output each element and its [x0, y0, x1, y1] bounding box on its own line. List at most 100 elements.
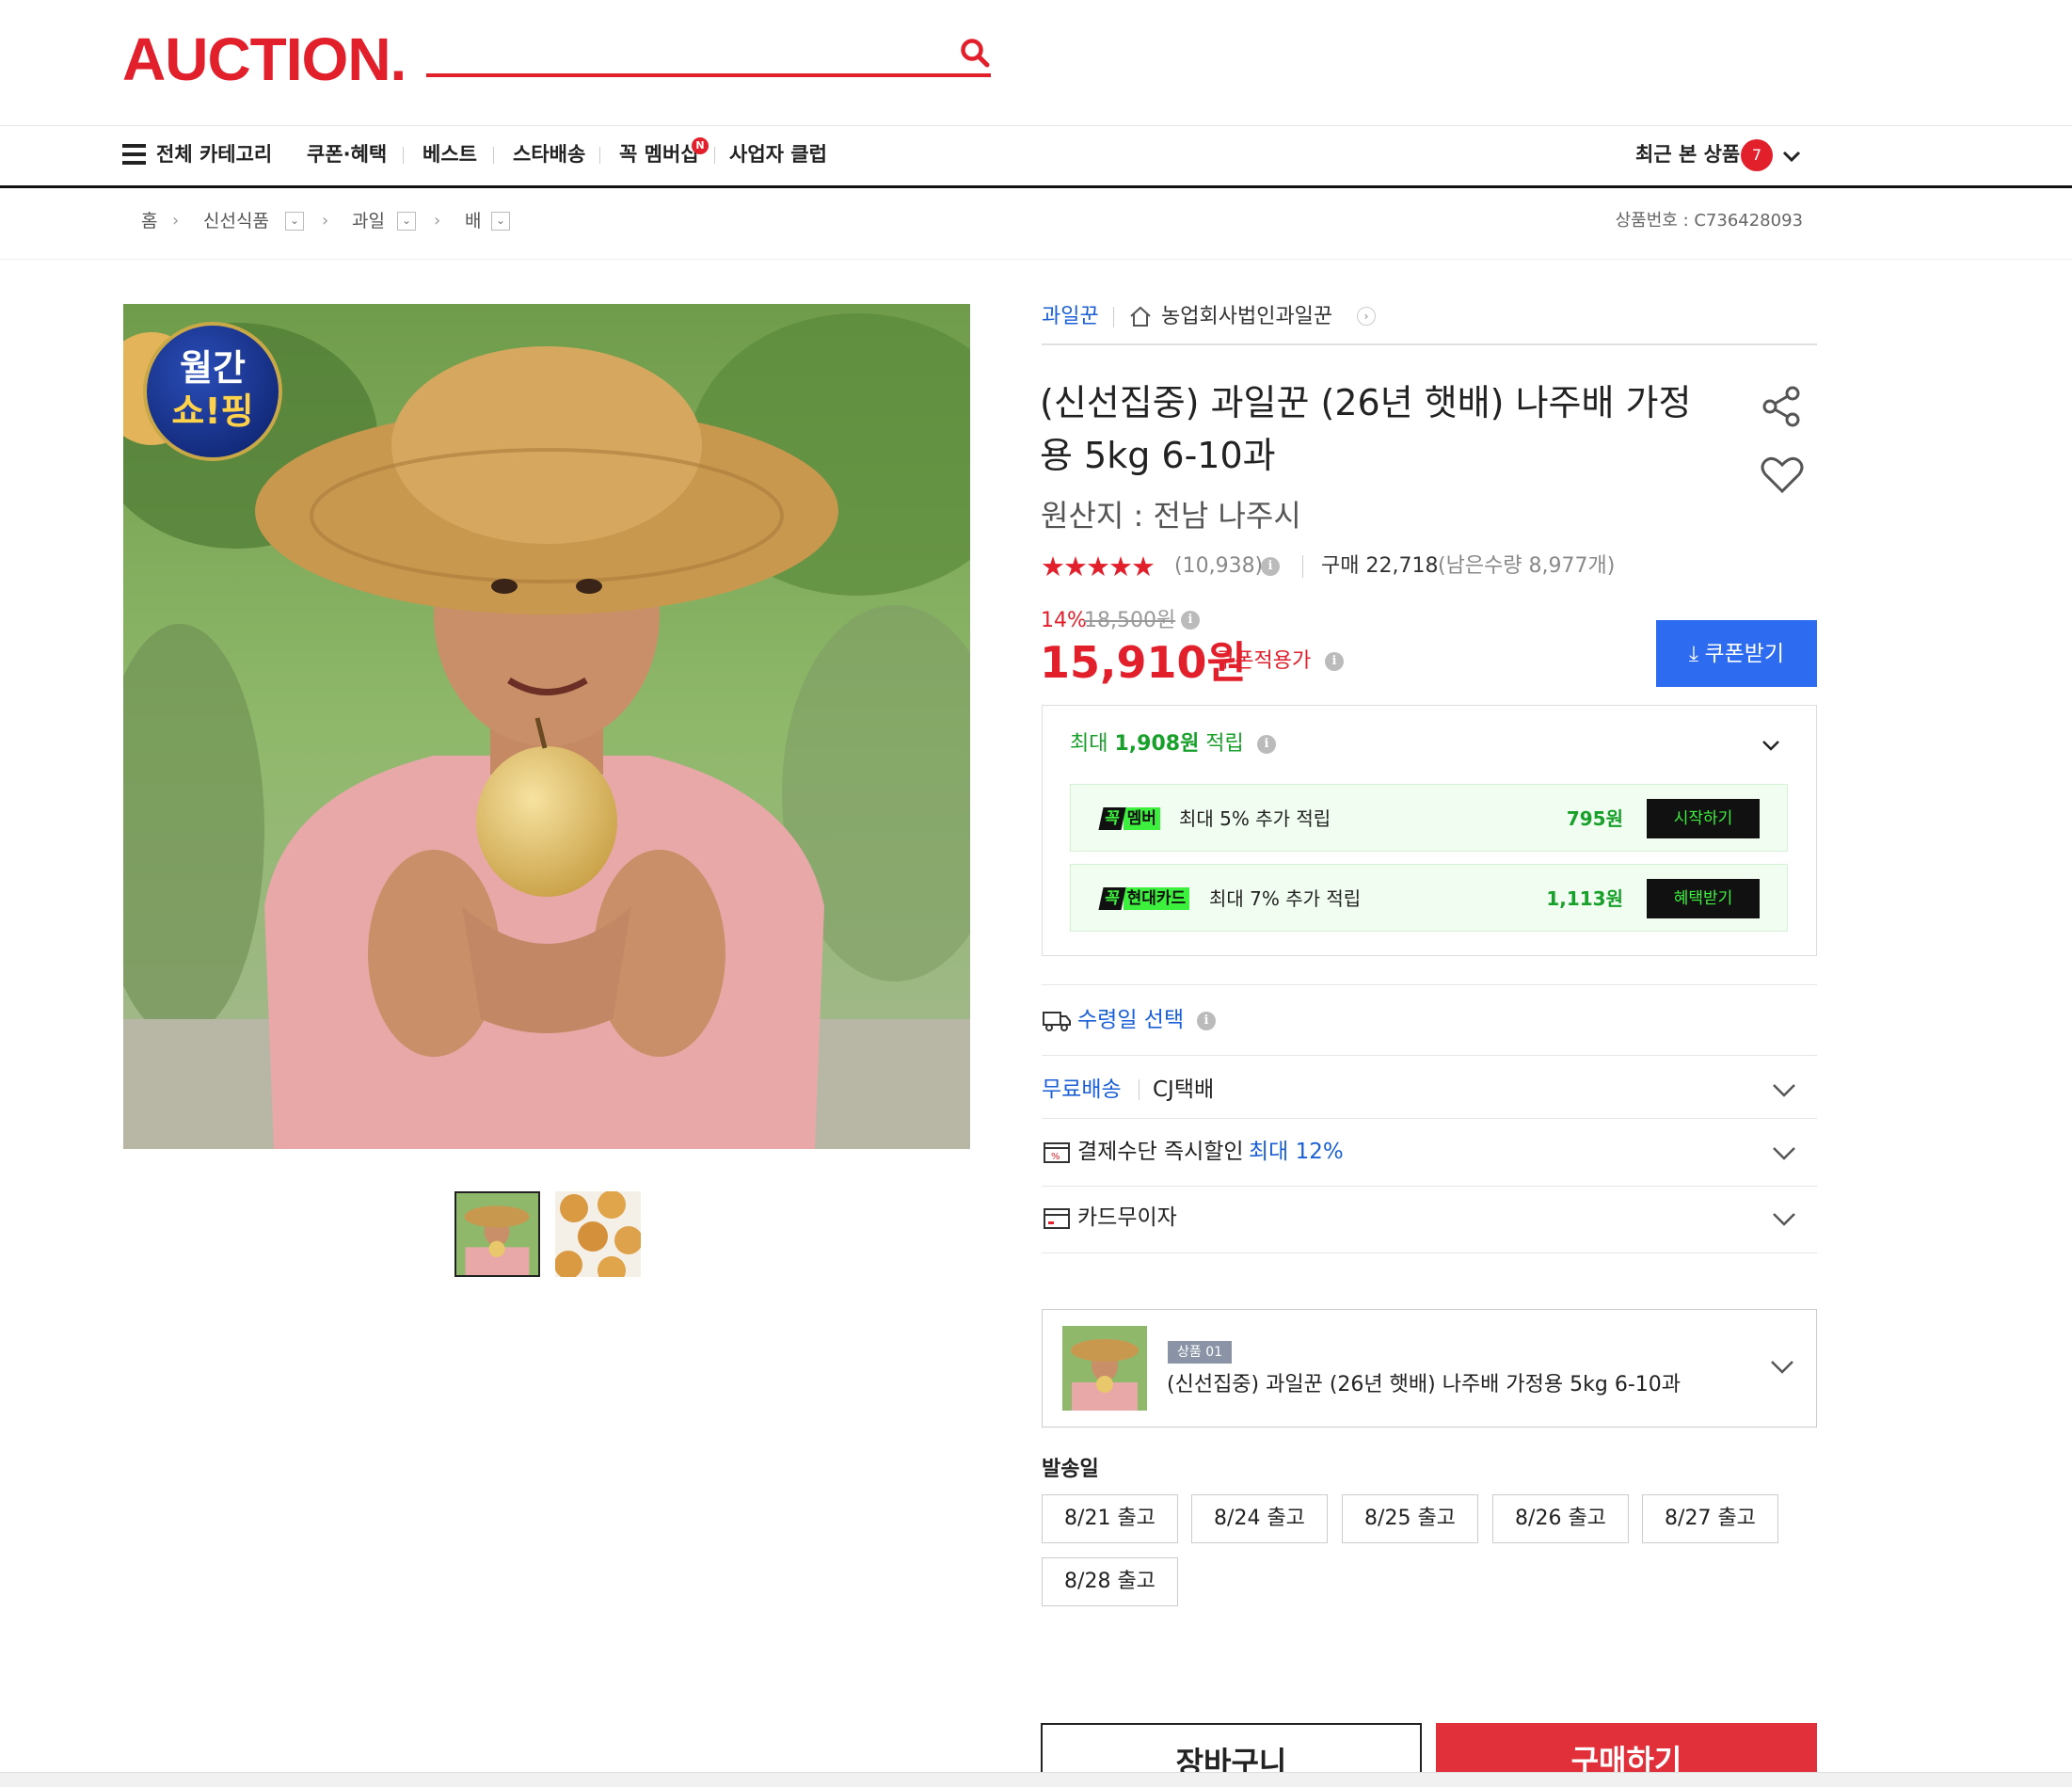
- dropdown-toggle-icon[interactable]: ⌄: [397, 212, 416, 231]
- rating-stars: ★★★★★: [1041, 550, 1156, 582]
- ship-date-option[interactable]: 8/21 출고: [1042, 1494, 1178, 1543]
- monthly-shopping-badge: 월간 쇼!핑: [143, 322, 282, 461]
- start-membership-button[interactable]: 시작하기: [1647, 799, 1760, 838]
- original-price: 18,500원: [1084, 609, 1176, 632]
- nav-all-categories[interactable]: 전체 카테고리: [156, 139, 272, 169]
- review-count[interactable]: (10,938): [1174, 550, 1263, 583]
- new-badge: N: [692, 137, 709, 154]
- nav-separator: [599, 147, 600, 164]
- chevron-down-icon[interactable]: [1771, 1140, 1797, 1166]
- coupon-price-label: 쿠폰적용가: [1216, 649, 1312, 673]
- benefit-amount: 1,113원: [1546, 887, 1623, 910]
- get-card-benefit-button[interactable]: 혜택받기: [1647, 879, 1760, 918]
- nav-star-delivery[interactable]: 스타배송: [513, 139, 585, 169]
- product-option-select[interactable]: [1042, 1309, 1817, 1428]
- thumbnail-1[interactable]: [454, 1191, 540, 1277]
- thumbnail-2[interactable]: [555, 1191, 641, 1277]
- badge-line-1: 월간: [180, 347, 246, 389]
- heart-icon[interactable]: [1760, 454, 1805, 495]
- ship-date-option[interactable]: 8/24 출고: [1191, 1494, 1328, 1543]
- header-divider: [0, 125, 2072, 126]
- breadcrumb-arrow-icon: ›: [322, 211, 329, 231]
- hyundai-card-logo: 꼭 현대카드: [1098, 887, 1190, 910]
- max-points-label[interactable]: 최대 1,908원 적립: [1070, 729, 1244, 759]
- receive-date-select[interactable]: 수령일 선택: [1077, 1004, 1184, 1036]
- nav-coupons[interactable]: 쿠폰·혜택: [307, 139, 387, 169]
- benefit-text: 최대 5% 추가 적립: [1179, 807, 1331, 830]
- svg-text:%: %: [1051, 1152, 1060, 1162]
- nav-best[interactable]: 베스트: [422, 139, 477, 169]
- benefit-text: 최대 7% 추가 적립: [1209, 887, 1362, 910]
- card-installment-label[interactable]: 카드무이자: [1077, 1202, 1177, 1234]
- ship-date-option[interactable]: 8/25 출고: [1342, 1494, 1478, 1543]
- section-divider: [1042, 984, 1817, 985]
- breadcrumb-category-3[interactable]: 배: [465, 208, 481, 234]
- breadcrumb-category-1[interactable]: 신선식품: [203, 208, 269, 234]
- section-divider: [1042, 1252, 1817, 1253]
- dropdown-toggle-icon[interactable]: ⌄: [285, 212, 304, 231]
- info-icon[interactable]: i: [1257, 735, 1276, 754]
- discount-rate: 14%: [1041, 609, 1087, 632]
- ship-date-option[interactable]: 8/28 출고: [1042, 1557, 1178, 1606]
- purchase-count: 구매 22,718: [1321, 554, 1439, 578]
- section-divider: [1042, 1186, 1817, 1187]
- recent-products-label[interactable]: 최근 본 상품: [1635, 139, 1740, 169]
- chevron-down-icon[interactable]: [1760, 734, 1782, 757]
- card-benefit-row: 꼭 현대카드 최대 7% 추가 적립 1,113원 혜택받기: [1070, 864, 1788, 932]
- search-input[interactable]: [426, 73, 991, 77]
- info-icon[interactable]: i: [1325, 652, 1344, 671]
- free-shipping-label: 무료배송: [1042, 1077, 1122, 1102]
- breadcrumb-home[interactable]: 홈: [141, 208, 157, 234]
- nav-business-club[interactable]: 사업자 클럽: [729, 139, 827, 169]
- chevron-down-icon[interactable]: [1771, 1205, 1797, 1232]
- info-icon[interactable]: i: [1261, 557, 1280, 576]
- points-prefix: 최대: [1070, 732, 1115, 756]
- benefit-brand: 멤버: [1123, 807, 1160, 830]
- chevron-down-icon[interactable]: [1769, 1353, 1795, 1380]
- chevron-down-icon[interactable]: [1771, 1077, 1797, 1103]
- credit-card-icon: [1044, 1208, 1070, 1229]
- nav-separator: [714, 147, 715, 164]
- product-title: (신선집중) 과일꾼 (26년 햇배) 나주배 가정용 5kg 6-10과: [1040, 382, 1692, 476]
- info-icon[interactable]: i: [1197, 1012, 1216, 1030]
- breadcrumb-arrow-icon: ›: [434, 211, 441, 231]
- membership-logo: 꼭 멤버: [1098, 807, 1160, 830]
- ship-date-option[interactable]: 8/26 출고: [1492, 1494, 1629, 1543]
- points-amount: 1,908원: [1114, 732, 1200, 756]
- section-divider: [1042, 1118, 1817, 1119]
- kkok-mark: 꼭: [1098, 807, 1126, 830]
- carrier-name: CJ택배: [1153, 1077, 1215, 1102]
- menu-icon[interactable]: [122, 144, 146, 165]
- horizontal-scrollbar[interactable]: [0, 1772, 2072, 1787]
- recent-count-badge[interactable]: 7: [1741, 139, 1773, 171]
- payment-discount-rate: 최대 12%: [1249, 1140, 1344, 1164]
- info-icon[interactable]: i: [1181, 611, 1200, 630]
- dropdown-toggle-icon[interactable]: ⌄: [491, 212, 510, 231]
- breadcrumb-category-2[interactable]: 과일: [352, 208, 385, 234]
- payment-discount-icon: %: [1044, 1142, 1070, 1163]
- option-tag: 상품 01: [1168, 1341, 1233, 1364]
- product-number: 상품번호 : C736428093: [1615, 211, 1803, 231]
- chevron-right-icon[interactable]: ›: [1357, 307, 1376, 326]
- payment-discount-label[interactable]: 결제수단 즉시할인: [1077, 1136, 1244, 1168]
- benefit-amount: 795원: [1566, 807, 1623, 830]
- share-icon[interactable]: [1760, 384, 1805, 429]
- option-thumbnail: [1062, 1326, 1147, 1411]
- get-coupon-button[interactable]: ⤓ 쿠폰받기: [1656, 620, 1817, 687]
- ship-date-option[interactable]: 8/27 출고: [1642, 1494, 1778, 1543]
- store-home-icon[interactable]: [1127, 304, 1154, 330]
- membership-benefit-row: 꼭 멤버 최대 5% 추가 적립 795원 시작하기: [1070, 784, 1788, 852]
- section-divider: [1042, 1055, 1817, 1056]
- breadcrumb-arrow-icon: ›: [172, 211, 180, 231]
- seller-brand-link[interactable]: 과일꾼: [1042, 303, 1099, 331]
- seller-store-link[interactable]: 농업회사법인과일꾼: [1161, 303, 1332, 331]
- option-name: (신선집중) 과일꾼 (26년 햇배) 나주배 가정용 5kg 6-10과: [1167, 1373, 1681, 1396]
- nav-separator: [403, 147, 404, 164]
- auction-logo[interactable]: AUCTION.: [122, 26, 406, 92]
- chevron-down-icon[interactable]: [1780, 145, 1803, 168]
- kkok-mark: 꼭: [1098, 887, 1126, 910]
- nav-membership[interactable]: 꼭 멤버십: [619, 139, 699, 169]
- ship-date-label: 발송일: [1042, 1458, 1099, 1481]
- search-icon[interactable]: [958, 36, 992, 70]
- rating-separator: [1302, 555, 1303, 578]
